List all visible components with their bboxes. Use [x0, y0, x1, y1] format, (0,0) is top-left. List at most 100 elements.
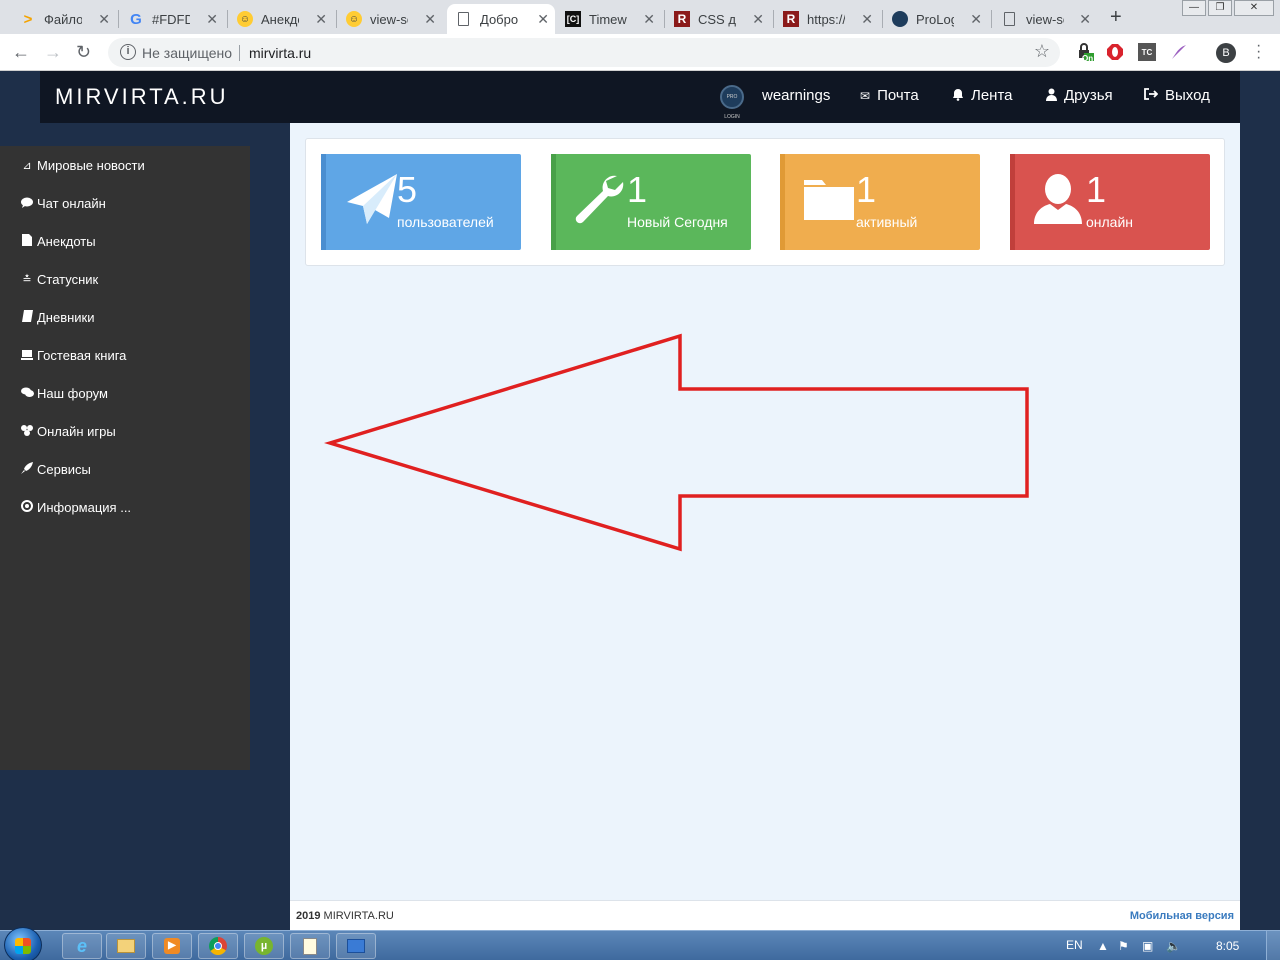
nav-logout[interactable]: Выход: [1144, 87, 1210, 104]
site-logo[interactable]: MIRVIRTA.RU: [55, 84, 229, 110]
utorrent-icon[interactable]: µ: [244, 933, 284, 959]
close-icon[interactable]: ✕: [970, 11, 982, 28]
tab-title: CSS для: [698, 11, 736, 27]
nav-logout-label: Выход: [1165, 87, 1210, 104]
close-window-button[interactable]: ✕: [1234, 0, 1274, 16]
stat-new-today[interactable]: 1 Новый Сегодня: [551, 154, 751, 250]
language-indicator[interactable]: EN: [1066, 938, 1083, 952]
address-bar[interactable]: i Не защищено mirvirta.ru ☆: [108, 38, 1060, 67]
page-icon: [1004, 12, 1015, 26]
sidebar-item-world-news[interactable]: ⊿ Мировые новости: [20, 158, 145, 173]
ie-icon[interactable]: e: [62, 933, 102, 959]
minimize-button[interactable]: —: [1182, 0, 1206, 16]
nav-friends[interactable]: Друзья: [1046, 87, 1113, 104]
tab-title: Timeweb: [589, 11, 627, 27]
stat-online-label: онлайн: [1086, 214, 1134, 230]
taskbar: e ▶ µ EN ▲ ⚑ ▣ 🔈 8:05: [0, 927, 1280, 960]
profile-avatar[interactable]: B: [1216, 43, 1236, 63]
tab-prologin[interactable]: ProLogin ✕: [884, 4, 988, 34]
adblock-icon[interactable]: [1106, 43, 1124, 61]
reload-button[interactable]: ↻: [76, 42, 91, 63]
close-icon[interactable]: ✕: [98, 11, 110, 28]
explorer-icon[interactable]: [106, 933, 146, 959]
sidebar: ⊿ Мировые новости Чат онлайн Анекдоты ≛ …: [0, 146, 250, 770]
sidebar-item-services[interactable]: Сервисы: [20, 462, 91, 477]
browser-menu-icon[interactable]: · · ·: [1256, 38, 1261, 66]
close-icon[interactable]: ✕: [861, 11, 873, 28]
copyright: 2019 MIRVIRTA.RU: [296, 910, 394, 922]
sidebar-item-guestbook[interactable]: Гостевая книга: [20, 348, 126, 363]
show-desktop-button[interactable]: [1266, 931, 1280, 960]
sidebar-item-label: Информация ...: [37, 500, 132, 515]
sidebar-item-diaries[interactable]: Дневники: [20, 310, 95, 325]
sidebar-item-forum[interactable]: Наш форум: [20, 386, 108, 401]
windows-logo-icon: [15, 938, 31, 954]
nav-username-label: wearnings: [762, 87, 831, 104]
new-tab-button[interactable]: +: [1110, 6, 1122, 29]
close-icon[interactable]: ✕: [315, 11, 327, 28]
feather-extension-icon[interactable]: [1170, 43, 1188, 61]
nav-username[interactable]: wearnings: [762, 87, 830, 104]
forward-button[interactable]: →: [44, 42, 62, 63]
sidebar-item-info[interactable]: Информация ...: [20, 500, 131, 515]
rss-icon: ⊿: [22, 160, 32, 172]
comment-icon: [20, 197, 34, 211]
url-text[interactable]: mirvirta.ru: [249, 45, 311, 61]
close-icon[interactable]: ✕: [537, 11, 549, 28]
tab-title: Анекдоты: [261, 11, 299, 27]
tc-extension-icon[interactable]: TC: [1138, 43, 1156, 61]
close-icon[interactable]: ✕: [643, 11, 655, 28]
volume-icon[interactable]: 🔈: [1166, 939, 1181, 953]
close-icon[interactable]: ✕: [752, 11, 764, 28]
stack-icon: ≛: [22, 274, 32, 286]
tab-https[interactable]: R https://r ✕: [775, 4, 879, 34]
tab-css[interactable]: R CSS для ✕: [666, 4, 770, 34]
paper-plane-icon: [347, 174, 397, 224]
info-icon[interactable]: i: [120, 44, 136, 60]
star-icon[interactable]: ☆: [1034, 41, 1050, 62]
stat-new-today-value: 1: [627, 169, 648, 210]
notepad-icon[interactable]: [290, 933, 330, 959]
site-footer: 2019 MIRVIRTA.RU Мобильная версия: [290, 900, 1240, 930]
close-icon[interactable]: ✕: [1079, 11, 1091, 28]
show-hidden-icons[interactable]: ▲: [1097, 939, 1109, 953]
tab-jokes[interactable]: ☺ Анекдоты ✕: [229, 4, 333, 34]
nav-feed[interactable]: Лента: [952, 87, 1013, 104]
sidebar-item-label: Статусник: [37, 272, 99, 287]
tab-title: ProLogin: [916, 11, 954, 27]
tab-view-source-2[interactable]: view-sou ✕: [993, 4, 1097, 34]
close-icon[interactable]: ✕: [206, 11, 218, 28]
network-icon[interactable]: ▣: [1142, 939, 1153, 953]
tab-color[interactable]: G #FDFDFD ✕: [120, 4, 224, 34]
maximize-button[interactable]: ❐: [1208, 0, 1232, 16]
stat-online[interactable]: 1 онлайн: [1010, 154, 1210, 250]
close-icon[interactable]: ✕: [424, 11, 436, 28]
user-icon: [1046, 88, 1057, 104]
sidebar-item-games[interactable]: Онлайн игры: [20, 424, 116, 439]
mobile-version-link[interactable]: Мобильная версия: [1130, 910, 1234, 922]
media-player-icon[interactable]: ▶: [152, 933, 192, 959]
action-center-icon[interactable]: ⚑: [1118, 939, 1129, 953]
clock[interactable]: 8:05: [1216, 939, 1239, 953]
nav-mail[interactable]: ✉ Почта: [860, 87, 919, 104]
control-panel-icon[interactable]: [336, 933, 376, 959]
copyright-site: MIRVIRTA.RU: [323, 910, 394, 922]
back-button[interactable]: ←: [12, 42, 30, 63]
tab-view-source-1[interactable]: ☺ view-source ✕: [338, 4, 442, 34]
sidebar-item-label: Дневники: [37, 310, 95, 325]
sidebar-item-label: Сервисы: [37, 462, 91, 477]
tab-active[interactable]: Добро п ✕: [447, 4, 555, 34]
sidebar-item-jokes[interactable]: Анекдоты: [20, 234, 96, 249]
sidebar-item-label: Мировые новости: [37, 158, 145, 173]
timeweb-icon: [C]: [565, 11, 581, 27]
sidebar-item-statuses[interactable]: ≛ Статусник: [20, 272, 98, 287]
sidebar-item-chat[interactable]: Чат онлайн: [20, 196, 106, 211]
stat-users[interactable]: 5 пользователей: [321, 154, 521, 250]
chrome-icon[interactable]: [198, 933, 238, 959]
tab-title: view-sou: [1026, 11, 1064, 27]
tab-timeweb[interactable]: [C] Timeweb ✕: [557, 4, 661, 34]
stat-active[interactable]: 1 активный: [780, 154, 980, 250]
tab-files[interactable]: > Файловый ✕: [12, 4, 116, 34]
user-avatar[interactable]: PRO LOGIN: [720, 85, 744, 120]
start-button[interactable]: [4, 927, 42, 960]
